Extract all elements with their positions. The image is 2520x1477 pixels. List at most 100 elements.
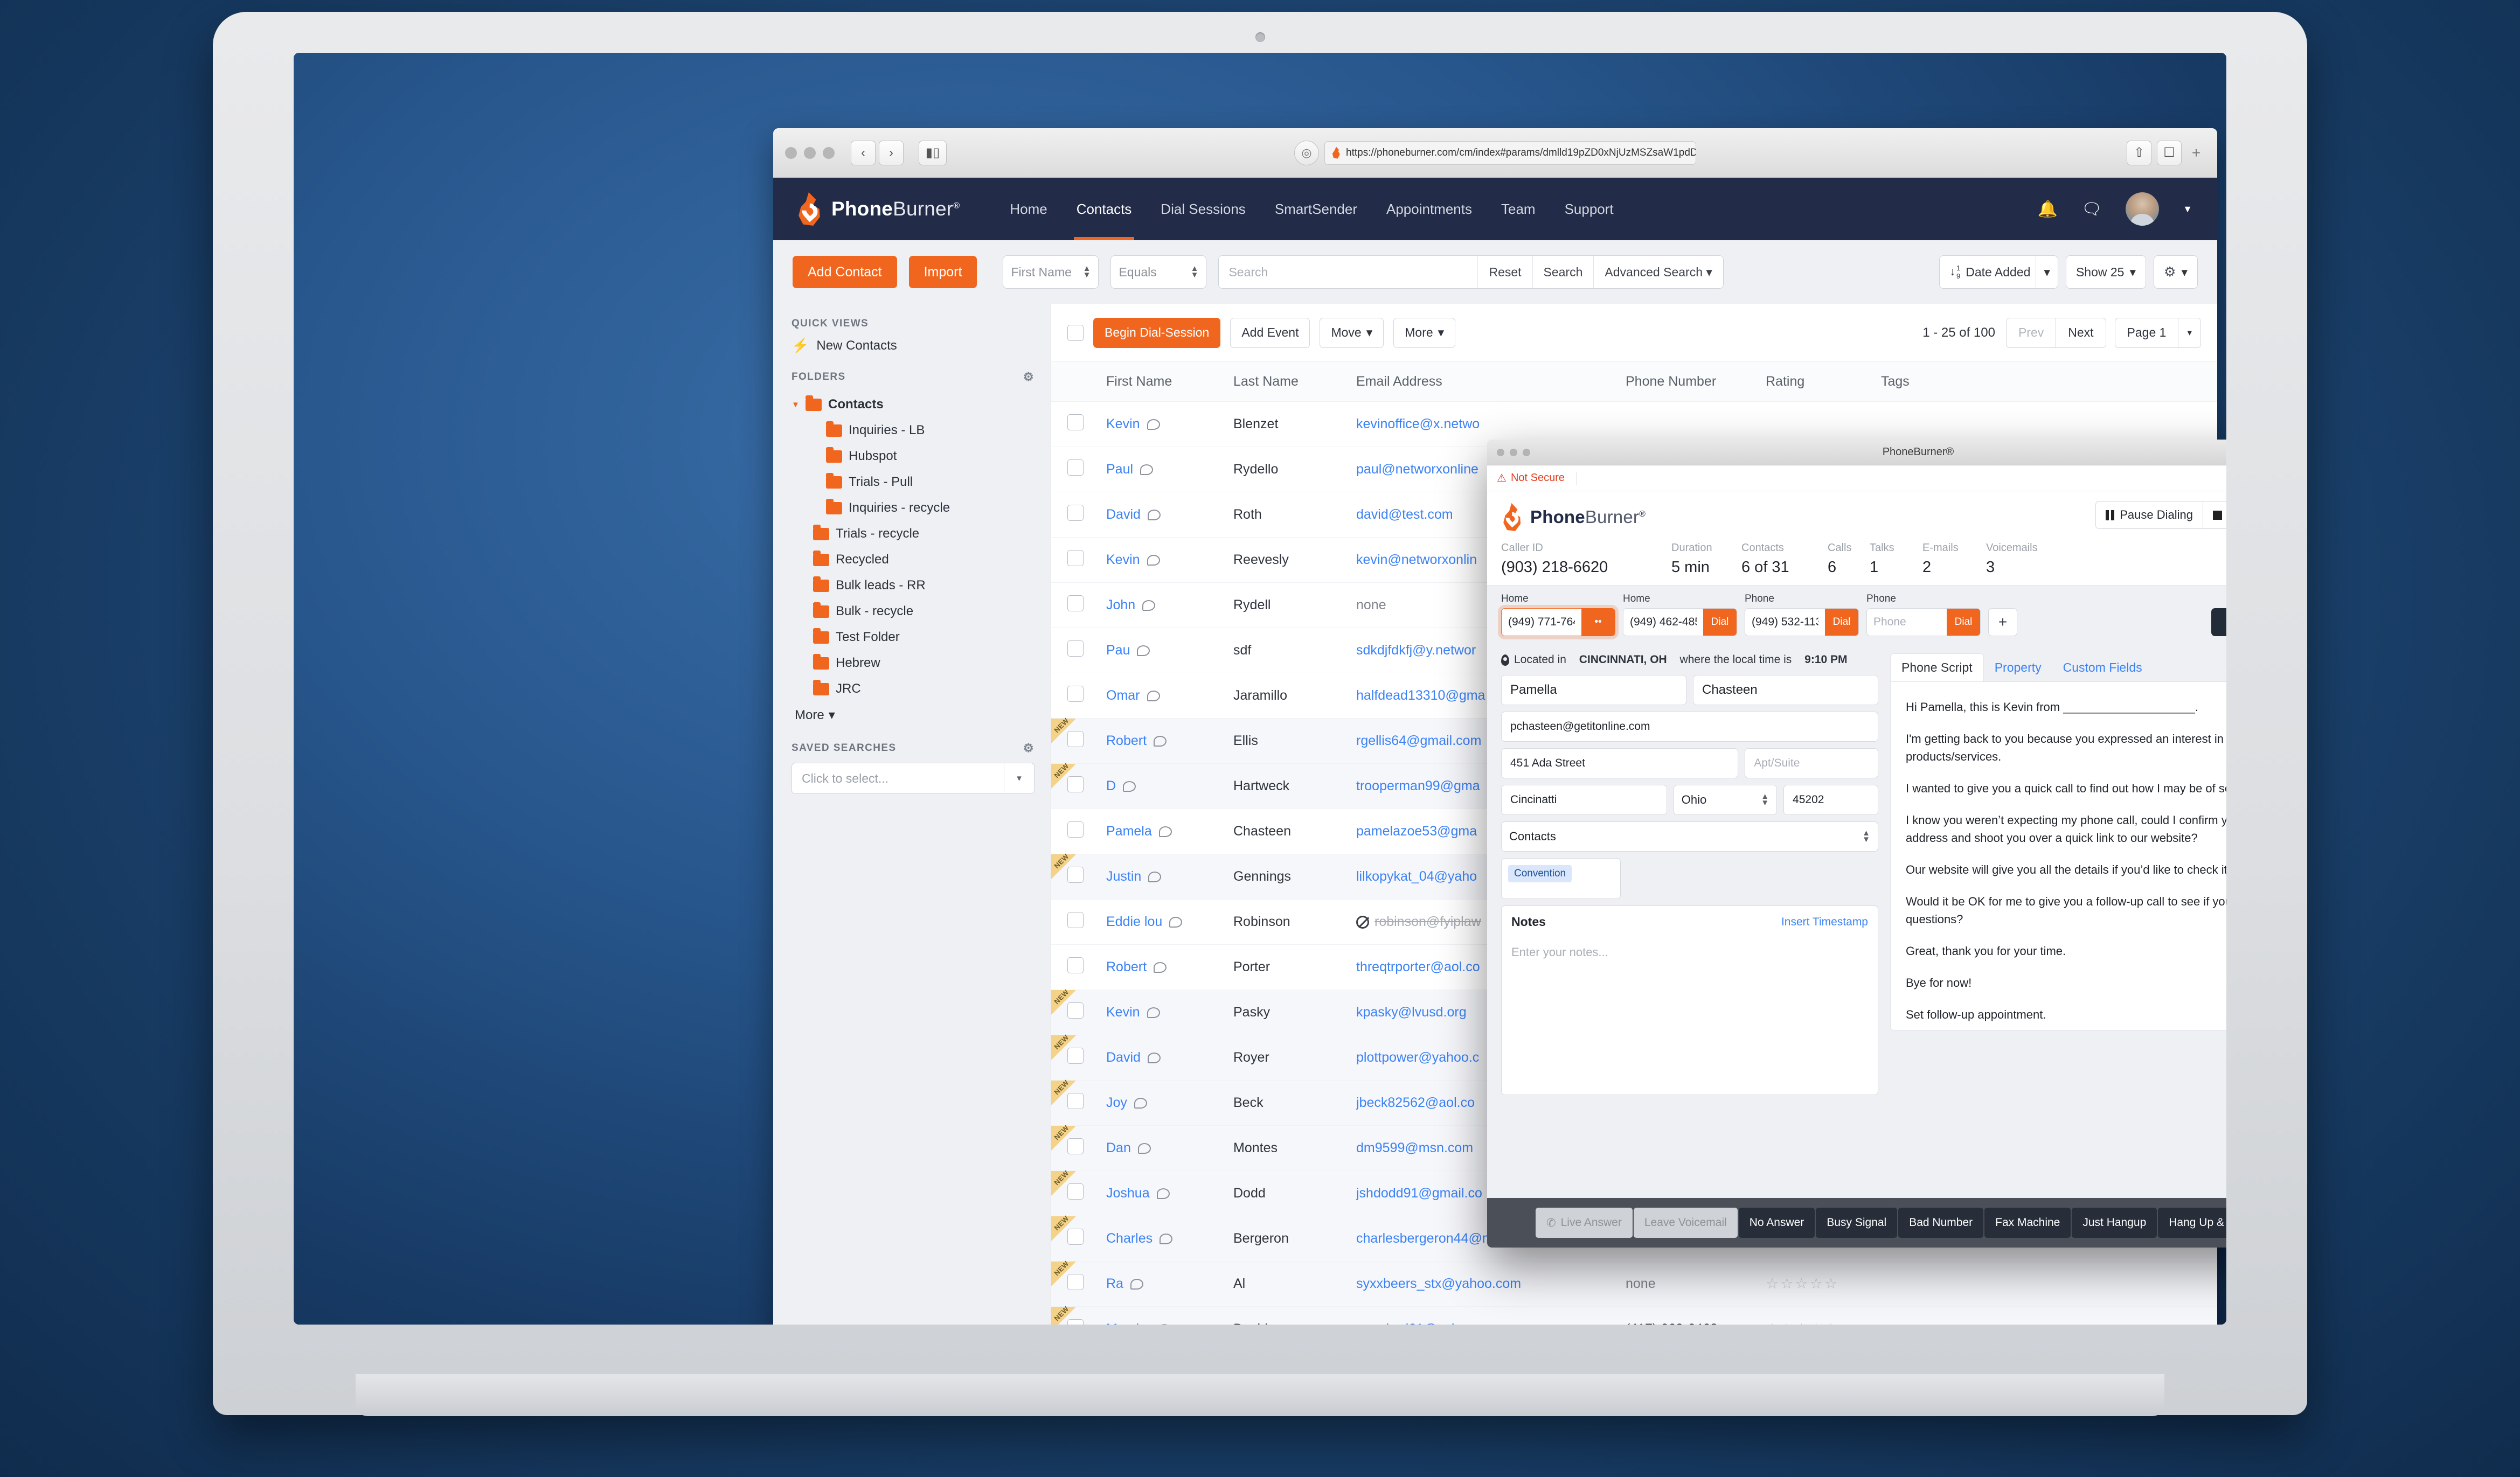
notes-placeholder[interactable]: Enter your notes... [1511, 945, 1868, 959]
add-phone-button[interactable]: + [1988, 608, 2017, 636]
cell-first-name[interactable]: David [1106, 1050, 1233, 1065]
table-row[interactable]: NEW Ra Al syxxbeers_stx@yahoo.com none ☆☆☆☆☆ [1051, 1259, 2217, 1307]
chat-bubble-icon[interactable] [1158, 1323, 1171, 1325]
nav-item-support[interactable]: Support [1550, 178, 1628, 240]
phone-input[interactable] [1745, 609, 1825, 636]
actions-button[interactable]: Actions ▾ [2211, 608, 2226, 636]
cell-first-name[interactable]: Ra [1106, 1276, 1233, 1292]
bell-icon[interactable]: 🔔 [2038, 200, 2058, 219]
folder-item-trials-pull[interactable]: Trials - Pull [792, 469, 1035, 495]
chat-bubble-icon[interactable] [1156, 1188, 1170, 1199]
dial-button[interactable]: Dial [1825, 609, 1858, 636]
cell-rating[interactable]: ☆☆☆☆☆ [1766, 1276, 1881, 1292]
cell-first-name[interactable]: Marsha [1106, 1321, 1233, 1325]
cell-first-name[interactable]: Kevin [1106, 552, 1233, 568]
add-event-button[interactable]: Add Event [1230, 317, 1310, 348]
filter-field-select[interactable]: First Name ▲ ▼ [1003, 255, 1099, 289]
dial-button[interactable]: •• [1581, 609, 1615, 636]
chat-bubble-icon[interactable] [1160, 1233, 1173, 1244]
chevron-down-icon[interactable]: ▼ [2183, 204, 2192, 215]
next-page-button[interactable]: Next [2056, 317, 2106, 348]
rating-stars[interactable]: ☆☆☆☆☆ [1766, 1276, 1839, 1292]
cell-first-name[interactable]: Paul [1106, 462, 1233, 477]
chat-bubble-icon[interactable] [1123, 781, 1136, 792]
window-controls[interactable] [785, 147, 835, 159]
call-outcome-no-answer[interactable]: No Answer [1738, 1208, 1815, 1238]
tab-property[interactable]: Property [1984, 654, 2052, 681]
table-row[interactable]: NEW Marsha Davidsonmarshad61@yahoo.com(417… [1051, 1305, 2217, 1325]
chat-bubble-icon[interactable] [1140, 464, 1154, 475]
cell-email[interactable]: syxxbeers_stx@yahoo.com [1356, 1276, 1626, 1292]
state-select[interactable]: Ohio ▲ ▼ [1673, 785, 1778, 815]
cell-first-name[interactable]: Justin [1106, 869, 1233, 884]
cell-email[interactable]: kevinoffice@x.netwo [1356, 416, 1626, 432]
cell-first-name[interactable]: John [1106, 597, 1233, 613]
phone-input[interactable] [1867, 609, 1947, 636]
chevron-down-icon[interactable]: ▾ [1004, 763, 1034, 793]
zip-field[interactable]: 45202 [1783, 785, 1879, 815]
navbar-right[interactable]: 🔔 🗨 ▼ [2038, 192, 2192, 226]
row-checkbox[interactable] [1067, 414, 1084, 430]
call-outcome-leave-voicemail[interactable]: Leave Voicemail [1633, 1208, 1738, 1238]
share-icon[interactable]: ⇧ [2127, 140, 2151, 165]
folder-item-bulk-recycle[interactable]: Bulk - recycle [792, 598, 1035, 624]
cell-first-name[interactable]: Kevin [1106, 416, 1233, 432]
search-group[interactable]: Reset Search Advanced Search ▾ [1218, 255, 1724, 289]
nav-item-contacts[interactable]: Contacts [1062, 178, 1147, 240]
toolbar-right[interactable]: ↓ 1 9 Date Added ▾ Show 25 ▾ ⚙ ▾ [1939, 255, 2198, 289]
page-select[interactable]: Page 1 [2114, 317, 2179, 348]
address-bar-group[interactable]: ◎ https://phoneburner.com/cm/index#param… [1294, 140, 1696, 165]
chat-bubble-icon[interactable] [1147, 554, 1160, 566]
call-outcome-busy-signal[interactable]: Busy Signal [1816, 1208, 1898, 1238]
maximize-window-button[interactable] [823, 147, 835, 159]
cell-first-name[interactable]: Pau [1106, 643, 1233, 658]
chat-bubbles-icon[interactable]: 🗨 [2081, 200, 2102, 219]
chat-bubble-icon[interactable] [1147, 509, 1161, 520]
dial-button[interactable]: Dial [1947, 609, 1980, 636]
email-field[interactable]: pchasteen@getitonline.com [1501, 712, 1878, 742]
phone-field[interactable]: •• [1501, 608, 1615, 636]
move-button[interactable]: Move ▾ [1320, 317, 1384, 348]
phone-field[interactable]: Dial [1745, 608, 1859, 636]
filter-operator-select[interactable]: Equals ▲ ▼ [1110, 255, 1207, 289]
row-checkbox[interactable] [1067, 686, 1084, 702]
end-dialing-button[interactable]: End Dialing [2203, 501, 2226, 529]
header-phone[interactable]: Phone Number [1626, 374, 1766, 389]
call-outcome-live-answer[interactable]: ✆ Live Answer [1536, 1208, 1633, 1238]
pagination[interactable]: 1 - 25 of 100 Prev Next Page 1 ▾ [1922, 317, 2201, 348]
reset-button[interactable]: Reset [1477, 256, 1532, 288]
phone-input[interactable] [1502, 609, 1581, 636]
tabs-overview-icon[interactable]: ☐ [2157, 140, 2182, 165]
cell-first-name[interactable]: Robert [1106, 733, 1233, 749]
cell-first-name[interactable]: Omar [1106, 688, 1233, 703]
cell-first-name[interactable]: Joy [1106, 1095, 1233, 1111]
privacy-shield-icon[interactable]: ◎ [1294, 140, 1319, 165]
forward-icon[interactable]: › [879, 140, 904, 165]
nav-item-dial-sessions[interactable]: Dial Sessions [1146, 178, 1260, 240]
more-button[interactable]: More ▾ [1393, 317, 1456, 348]
dial-button[interactable]: Dial [1703, 609, 1737, 636]
row-checkbox[interactable] [1067, 957, 1084, 973]
chat-bubble-icon[interactable] [1147, 1007, 1160, 1018]
row-checkbox[interactable] [1067, 821, 1084, 838]
chat-bubble-icon[interactable] [1169, 916, 1183, 928]
chat-bubble-icon[interactable] [1154, 962, 1167, 973]
main-menu[interactable]: Home Contacts Dial Sessions SmartSender Appo… [995, 178, 1628, 240]
notes-box[interactable]: Notes Insert Timestamp Enter your notes.… [1501, 905, 1878, 1095]
folder-item-jrc[interactable]: JRC [792, 676, 1035, 702]
folder-item-inquiries-lb[interactable]: Inquiries - LB [792, 417, 1035, 443]
cell-first-name[interactable]: Pamela [1106, 824, 1233, 839]
chat-bubble-icon[interactable] [1147, 419, 1160, 430]
settings-button[interactable]: ⚙ ▾ [2154, 255, 2198, 289]
row-checkbox[interactable] [1067, 595, 1084, 611]
sidebar-item-new-contacts[interactable]: ⚡ New Contacts [792, 337, 1035, 354]
phone-field[interactable]: Dial [1866, 608, 1981, 636]
chat-bubble-icon[interactable] [1158, 826, 1172, 837]
call-outcome-hang-up-delete[interactable]: Hang Up & Delete [2158, 1208, 2226, 1238]
nav-item-appointments[interactable]: Appointments [1372, 178, 1487, 240]
folder-item-hebrew[interactable]: Hebrew [792, 650, 1035, 676]
page-size-button[interactable]: Show 25 ▾ [2065, 255, 2147, 289]
rating-stars[interactable]: ☆☆☆☆☆ [1766, 1321, 1839, 1325]
folder-item-inquiries-recycle[interactable]: Inquiries - recycle [792, 495, 1035, 521]
close-window-button[interactable] [785, 147, 797, 159]
